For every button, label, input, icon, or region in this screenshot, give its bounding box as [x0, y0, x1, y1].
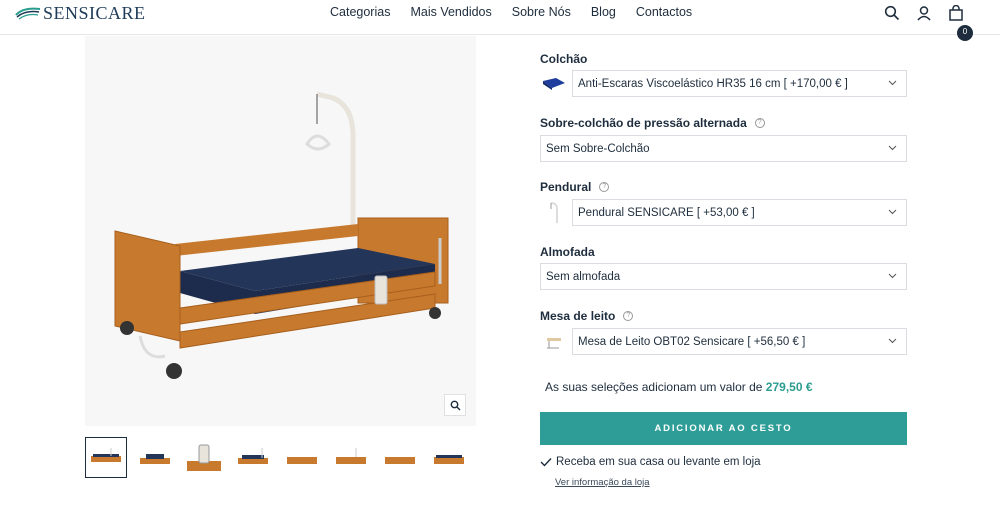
mesa-de-leito-selected-value: Mesa de Leito OBT02 Sensicare [ +56,50 €…: [578, 335, 806, 348]
option-label-pendural: Pendural?: [540, 180, 610, 194]
summary-price: 279,50 €: [765, 380, 813, 394]
thumbnail[interactable]: [183, 437, 225, 478]
chevron-down-icon: [888, 145, 897, 151]
delivery-info: Receba em sua casa ou levante em loja: [540, 456, 761, 468]
help-icon[interactable]: ?: [623, 311, 634, 321]
chevron-down-icon: [888, 273, 897, 279]
account-icon[interactable]: [916, 5, 932, 21]
nav-categorias[interactable]: Categorias: [330, 5, 390, 19]
cart-count-badge: 0: [957, 25, 973, 41]
summary-text: As suas seleções adicionam um valor de: [545, 380, 763, 394]
nav-mais-vendidos[interactable]: Mais Vendidos: [410, 5, 491, 19]
help-icon[interactable]: ?: [754, 118, 765, 128]
help-icon[interactable]: ?: [599, 182, 610, 192]
thumbnail[interactable]: [330, 437, 372, 478]
chevron-down-icon: [888, 80, 897, 86]
selection-summary: As suas seleções adicionam um valor de 2…: [545, 380, 813, 394]
thumbnail[interactable]: [428, 437, 470, 478]
cart-icon[interactable]: 0: [948, 4, 973, 41]
nav-blog[interactable]: Blog: [591, 5, 616, 19]
zoom-icon: [450, 400, 460, 410]
delivery-text: Receba em sua casa ou levante em loja: [556, 456, 761, 468]
sobre-colchao-selected-value: Sem Sobre-Colchão: [546, 142, 650, 155]
thumbnail[interactable]: [232, 437, 274, 478]
product-main-image[interactable]: [85, 36, 476, 426]
chevron-down-icon: [888, 209, 897, 215]
mattress-swatch-icon: [540, 70, 568, 97]
almofada-selected-value: Sem almofada: [546, 270, 621, 283]
almofada-select[interactable]: Sem almofada: [540, 263, 907, 290]
pendant-swatch-icon: [540, 199, 568, 226]
hospital-bed-image: [114, 91, 449, 379]
zoom-button[interactable]: [444, 394, 466, 416]
thumbnail[interactable]: [379, 437, 421, 478]
main-nav: Categorias Mais Vendidos Sobre Nós Blog …: [330, 5, 712, 19]
logo[interactable]: SENSICARE: [15, 2, 146, 24]
option-label-almofada: Almofada: [540, 245, 595, 259]
site-header: SENSICARE Categorias Mais Vendidos Sobre…: [0, 0, 1000, 41]
thumbnail-strip: [85, 437, 476, 479]
option-label-colchao: Colchão: [540, 52, 588, 66]
sobre-colchao-select[interactable]: Sem Sobre-Colchão: [540, 135, 907, 162]
add-to-cart-button[interactable]: ADICIONAR AO CESTO: [540, 412, 907, 445]
checkmark-icon: [540, 458, 552, 467]
option-label-mesa-de-leito: Mesa de leito?: [540, 309, 634, 323]
mesa-de-leito-select[interactable]: Mesa de Leito OBT02 Sensicare [ +56,50 €…: [572, 328, 907, 355]
thumbnail[interactable]: [281, 437, 323, 478]
colchao-selected-value: Anti-Escaras Viscoelástico HR35 16 cm [ …: [578, 77, 848, 90]
logo-text: SENSICARE: [43, 2, 146, 23]
chevron-down-icon: [888, 338, 897, 344]
thumbnail[interactable]: [85, 437, 127, 478]
search-icon[interactable]: [884, 5, 900, 21]
thumbnail[interactable]: [134, 437, 176, 478]
pendural-select[interactable]: Pendural SENSICARE [ +53,00 € ]: [572, 199, 907, 226]
header-actions: 0: [884, 4, 973, 41]
pendural-selected-value: Pendural SENSICARE [ +53,00 € ]: [578, 206, 755, 219]
nav-contactos[interactable]: Contactos: [636, 5, 692, 19]
colchao-select[interactable]: Anti-Escaras Viscoelástico HR35 16 cm [ …: [572, 70, 907, 97]
store-info-link[interactable]: Ver informação da loja: [555, 477, 650, 488]
table-swatch-icon: [540, 328, 568, 355]
nav-sobre-nos[interactable]: Sobre Nós: [512, 5, 571, 19]
option-label-sobre-colchao: Sobre-colchão de pressão alternada?: [540, 116, 765, 130]
logo-wave-icon: [15, 7, 41, 20]
